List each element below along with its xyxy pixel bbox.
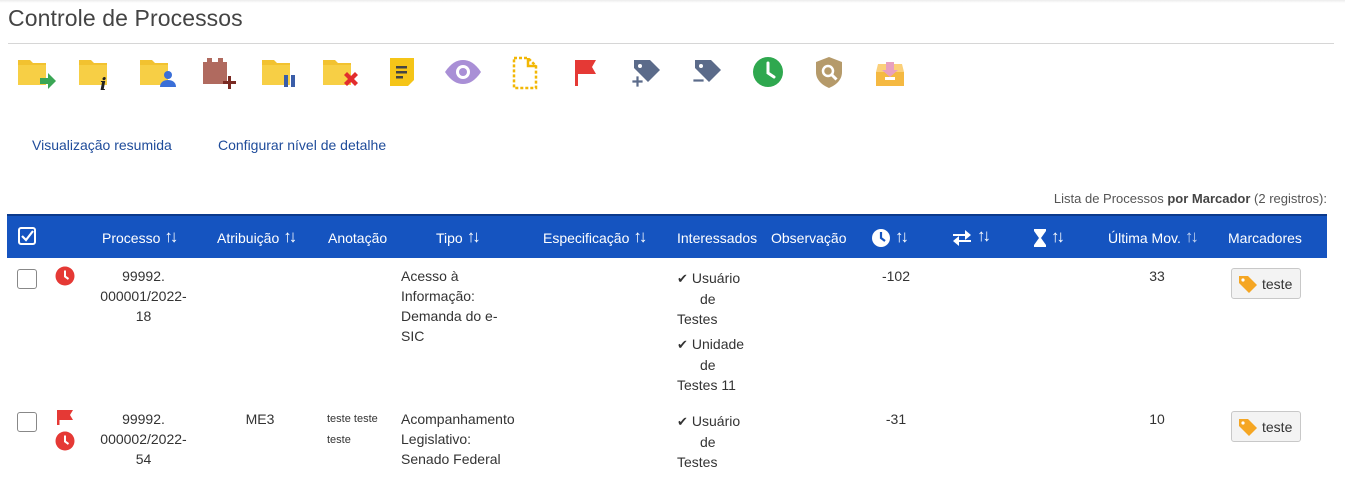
summary-view-link[interactable]: Visualização resumida — [32, 137, 172, 153]
suspend-process-icon[interactable] — [258, 52, 302, 92]
check-icon: ✔ — [677, 337, 688, 352]
column-observacao: Observação — [771, 230, 847, 246]
interessado-item: ✔ Usuário de Testes — [677, 413, 741, 470]
interessados-list: ✔ Usuário de Testes — [677, 411, 740, 472]
hourglass-icon — [1034, 229, 1046, 247]
archive-box-icon[interactable] — [868, 52, 912, 92]
svg-text:i: i — [100, 75, 106, 92]
add-tag-icon[interactable] — [624, 52, 668, 92]
flag-icon — [55, 409, 75, 430]
configure-detail-link[interactable]: Configurar nível de detalhe — [218, 137, 386, 153]
interessado-item: ✔ Usuário de Testes — [677, 270, 741, 327]
search-shield-icon[interactable] — [807, 52, 851, 92]
assign-process-icon[interactable] — [136, 52, 180, 92]
annotation-icon[interactable] — [380, 52, 424, 92]
process-type: Acompanhamento Legislativo: Senado Federal — [401, 411, 515, 467]
sort-icon[interactable]: ↑↓ — [895, 228, 909, 245]
column-atribuicao[interactable]: Atribuição ↑↓ — [217, 228, 297, 246]
sort-icon[interactable]: ↑↓ — [164, 228, 178, 245]
table-header: Processo ↑↓ Atribuição ↑↓ Anotação Tipo ↑↓ … — [7, 214, 1327, 258]
clock-icon — [872, 229, 890, 247]
column-tempo[interactable]: ↑↓ — [1033, 228, 1065, 248]
sort-icon[interactable]: ↑↓ — [977, 227, 991, 244]
row-checkbox[interactable] — [17, 412, 37, 432]
title-divider — [8, 43, 1334, 44]
interessados-list: ✔ Usuário de Testes ✔ Unidade de Testes 11 — [677, 268, 744, 395]
ultima-mov-value: 33 — [1149, 268, 1165, 284]
top-shade — [0, 0, 1345, 3]
column-ultima-mov[interactable]: Última Mov. ↑↓ — [1108, 228, 1199, 246]
column-anotacao: Anotação — [328, 230, 388, 246]
atribuicao-value[interactable]: ME3 — [235, 409, 285, 429]
column-marcadores: Marcadores — [1228, 230, 1302, 246]
row-checkbox[interactable] — [17, 269, 37, 289]
anotacao-value[interactable]: teste teste teste — [327, 409, 378, 451]
marcador-tag[interactable]: teste — [1231, 268, 1302, 299]
prazo-value: -102 — [881, 268, 911, 284]
column-prazo[interactable]: ↑↓ — [871, 228, 909, 248]
page-title: Controle de Processos — [8, 5, 243, 31]
flag-icon[interactable] — [563, 52, 607, 92]
close-process-icon[interactable] — [319, 52, 363, 92]
send-process-icon[interactable] — [14, 52, 58, 92]
sort-icon[interactable]: ↑↓ — [1185, 228, 1199, 245]
swap-arrows-icon — [953, 230, 971, 246]
deadline-alert-icon — [55, 266, 75, 291]
process-type: Acesso à Informação: Demanda do e- SIC — [401, 268, 498, 344]
tag-icon — [1239, 275, 1257, 293]
select-all-checkbox[interactable] — [18, 227, 36, 245]
deadline-alert-icon — [55, 431, 75, 456]
new-document-icon[interactable] — [502, 52, 546, 92]
check-icon: ✔ — [677, 271, 688, 286]
sort-icon[interactable]: ↑↓ — [283, 228, 297, 245]
view-icon[interactable] — [441, 52, 485, 92]
tag-icon — [1239, 418, 1257, 436]
sort-icon[interactable]: ↑↓ — [633, 228, 647, 245]
interessado-item: ✔ Unidade de Testes 11 — [677, 336, 745, 393]
list-caption: Lista de Processos por Marcador (2 regis… — [1053, 191, 1327, 206]
column-especificacao[interactable]: Especificação ↑↓ — [543, 228, 647, 246]
process-number-link[interactable]: 99992. 000002/2022- 54 — [82, 409, 205, 469]
process-info-icon[interactable]: i — [75, 52, 119, 92]
check-icon: ✔ — [677, 414, 688, 429]
marcador-tag[interactable]: teste — [1231, 411, 1302, 442]
sort-icon[interactable]: ↑↓ — [467, 228, 481, 245]
column-tipo[interactable]: Tipo ↑↓ — [436, 228, 481, 246]
prazo-value: -31 — [885, 411, 907, 427]
add-block-icon[interactable] — [197, 52, 241, 92]
column-tramitacao[interactable]: ↑↓ — [951, 227, 991, 246]
column-interessados: Interessados — [677, 230, 758, 246]
deadline-clock-icon[interactable] — [746, 52, 790, 92]
remove-tag-icon[interactable] — [685, 52, 729, 92]
ultima-mov-value: 10 — [1149, 411, 1165, 427]
sort-icon[interactable]: ↑↓ — [1051, 228, 1065, 245]
process-number-link[interactable]: 99992. 000001/2022- 18 — [82, 266, 205, 326]
column-processo[interactable]: Processo ↑↓ — [102, 228, 178, 246]
